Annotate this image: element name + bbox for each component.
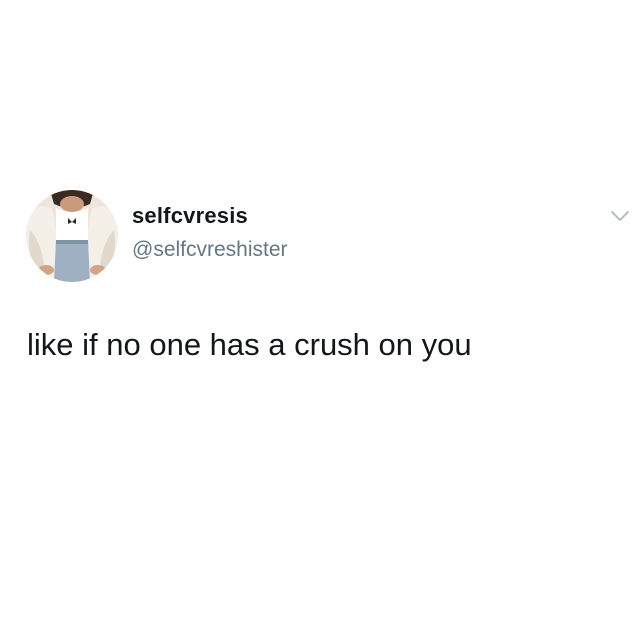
tweet-text: like if no one has a crush on you: [27, 327, 472, 362]
display-name[interactable]: selfcvresis: [132, 203, 248, 229]
user-handle[interactable]: @selfcvreshister: [132, 238, 288, 262]
chevron-down-icon[interactable]: [609, 208, 631, 224]
avatar-photo-image: [26, 190, 118, 282]
tweet-card: selfcvresis @selfcvreshister like if no …: [0, 0, 640, 640]
avatar[interactable]: [26, 190, 118, 282]
